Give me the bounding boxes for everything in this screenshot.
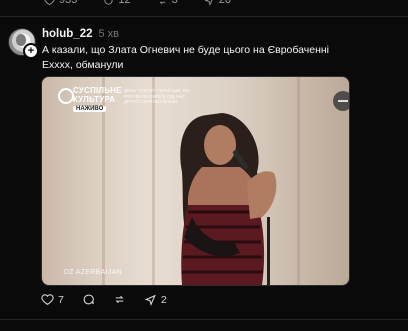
share-count: 2 bbox=[160, 293, 167, 306]
post-time: 5 хв bbox=[98, 28, 120, 40]
prev-repost[interactable]: 3 bbox=[157, 0, 178, 6]
post-divider bbox=[0, 319, 408, 320]
heart-icon bbox=[41, 294, 54, 306]
post-actions: 7 2 bbox=[41, 293, 167, 306]
heart-icon bbox=[44, 0, 55, 5]
comment-button[interactable] bbox=[82, 293, 95, 306]
repost-icon bbox=[115, 295, 124, 304]
comment-icon bbox=[83, 294, 94, 305]
previous-post-footer: 935 12 3 20 bbox=[0, 0, 408, 17]
post-text: А казали, що Злата Огневич не буде цього… bbox=[42, 43, 382, 73]
repost-icon bbox=[159, 1, 165, 4]
post-header: holub_22 5 хв bbox=[42, 28, 119, 40]
video-overlay-note: ДЕНЬ ПАМ'ЯТІ УКРАЇНЦІВ, ЯКІ РЯТУВАЛИ ЄВР… bbox=[124, 88, 190, 104]
follow-plus-icon[interactable]: + bbox=[23, 43, 39, 59]
prev-like[interactable]: 935 bbox=[44, 0, 77, 6]
prev-comment[interactable]: 12 bbox=[103, 0, 131, 6]
thread-post: + holub_22 5 хв А казали, що Злата Огнев… bbox=[0, 17, 408, 317]
video-corner-tag: DZ AZERBAIJAN bbox=[64, 269, 122, 276]
like-count: 7 bbox=[58, 293, 64, 306]
mute-icon[interactable] bbox=[333, 91, 349, 111]
live-badge: НАЖИВО bbox=[73, 106, 107, 112]
share-button[interactable]: 2 bbox=[144, 293, 167, 306]
share-icon bbox=[144, 294, 156, 306]
previous-post-actions: 935 12 3 20 bbox=[44, 0, 231, 6]
channel-logo-icon bbox=[58, 88, 74, 104]
username[interactable]: holub_22 bbox=[42, 28, 92, 40]
prev-share[interactable]: 20 bbox=[204, 0, 231, 6]
channel-logo-text: СУСПІЛЬНЕ КУЛЬТУРА bbox=[73, 86, 122, 104]
comment-icon bbox=[104, 0, 113, 5]
like-button[interactable]: 7 bbox=[41, 293, 64, 306]
repost-button[interactable] bbox=[113, 293, 126, 306]
share-icon bbox=[204, 0, 212, 6]
post-text-line-2: Ехххх, обманули bbox=[42, 59, 124, 71]
post-text-line-1: А казали, що Злата Огневич не буде цього… bbox=[42, 44, 330, 56]
post-video[interactable]: СУСПІЛЬНЕ КУЛЬТУРА НАЖИВО ДЕНЬ ПАМ'ЯТІ У… bbox=[41, 76, 350, 286]
